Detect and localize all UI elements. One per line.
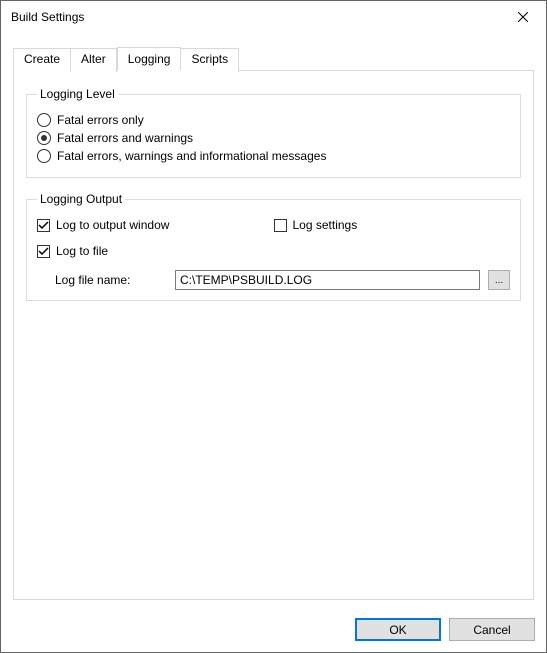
tab-scripts[interactable]: Scripts <box>181 48 239 72</box>
logging-output-legend: Logging Output <box>37 192 125 206</box>
tab-create[interactable]: Create <box>13 48 71 72</box>
radio-fatal-only[interactable] <box>37 113 51 127</box>
ellipsis-icon: ... <box>495 275 503 286</box>
close-icon <box>518 12 528 22</box>
radio-fatal-warnings-row[interactable]: Fatal errors and warnings <box>37 131 510 145</box>
content-area: Create Alter Logging Scripts Logging Lev… <box>1 33 546 600</box>
check-log-file-row[interactable]: Log to file <box>37 244 274 258</box>
check-log-settings[interactable] <box>274 219 287 232</box>
check-log-settings-label: Log settings <box>293 218 358 232</box>
dialog-footer: OK Cancel <box>355 618 535 641</box>
cancel-button[interactable]: Cancel <box>449 618 535 641</box>
logging-level-legend: Logging Level <box>37 87 118 101</box>
tab-logging[interactable]: Logging <box>117 47 182 71</box>
log-file-input[interactable] <box>175 270 480 290</box>
ok-button[interactable]: OK <box>355 618 441 641</box>
check-log-output[interactable] <box>37 219 50 232</box>
check-log-output-label: Log to output window <box>56 218 169 232</box>
check-log-file-label: Log to file <box>56 244 108 258</box>
radio-fatal-warnings[interactable] <box>37 131 51 145</box>
log-file-label: Log file name: <box>37 273 167 287</box>
log-file-row: Log file name: ... <box>37 270 510 290</box>
radio-fatal-all-row[interactable]: Fatal errors, warnings and informational… <box>37 149 510 163</box>
radio-fatal-only-row[interactable]: Fatal errors only <box>37 113 510 127</box>
logging-level-group: Logging Level Fatal errors only Fatal er… <box>26 87 521 178</box>
check-log-output-row[interactable]: Log to output window <box>37 218 274 232</box>
tab-alter[interactable]: Alter <box>71 48 117 72</box>
tab-page-logging: Logging Level Fatal errors only Fatal er… <box>13 70 534 600</box>
logging-output-group: Logging Output Log to output window Log … <box>26 192 521 301</box>
window-title: Build Settings <box>11 10 500 24</box>
radio-fatal-warnings-label: Fatal errors and warnings <box>57 131 193 145</box>
titlebar: Build Settings <box>1 1 546 33</box>
browse-button[interactable]: ... <box>488 270 510 290</box>
check-log-settings-row[interactable]: Log settings <box>274 218 511 232</box>
radio-fatal-only-label: Fatal errors only <box>57 113 144 127</box>
radio-fatal-all-label: Fatal errors, warnings and informational… <box>57 149 326 163</box>
close-button[interactable] <box>500 2 546 32</box>
check-icon <box>38 246 49 257</box>
radio-fatal-all[interactable] <box>37 149 51 163</box>
check-icon <box>38 220 49 231</box>
check-log-file[interactable] <box>37 245 50 258</box>
tab-bar: Create Alter Logging Scripts <box>13 47 534 71</box>
